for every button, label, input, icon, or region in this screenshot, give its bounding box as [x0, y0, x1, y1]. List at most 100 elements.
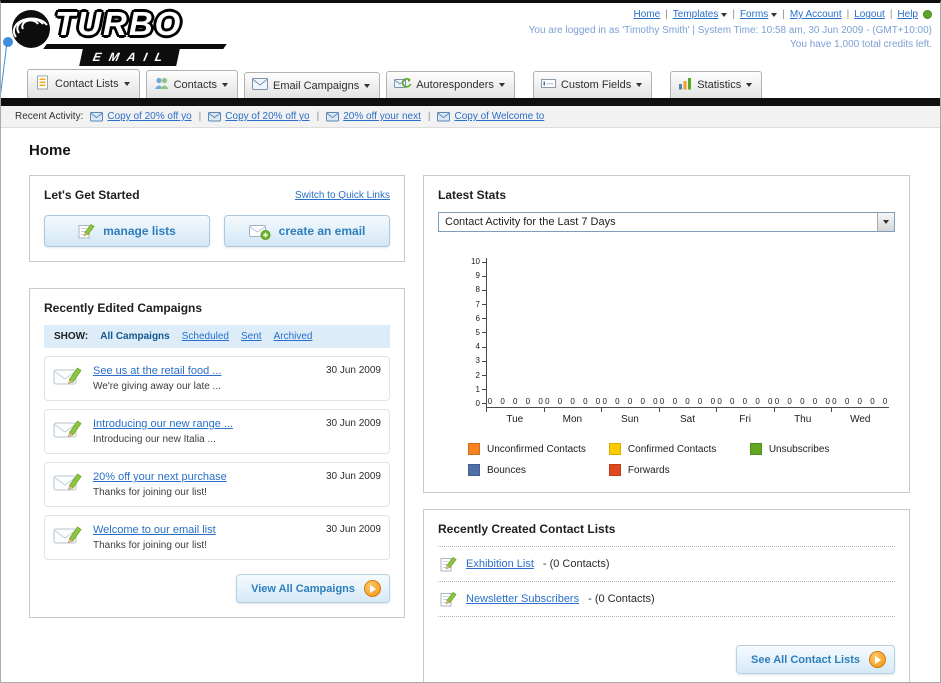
contact-list-count: - (0 Contacts) — [542, 558, 610, 570]
activity-link[interactable]: Copy of 20% off yo — [107, 111, 191, 122]
new-email-icon — [248, 224, 271, 240]
chart-groups: 0 0 0 0 00 0 0 0 00 0 0 0 00 0 0 0 00 0 … — [487, 397, 889, 406]
campaign-title-link[interactable]: 20% off your next purchase — [93, 471, 227, 483]
legend-item: Forwards — [608, 464, 750, 476]
legend-item: Bounces — [468, 464, 609, 476]
tab-sent[interactable]: Sent — [241, 331, 262, 342]
campaign-title-link[interactable]: See us at the retail food ... — [93, 365, 221, 377]
separator: | — [732, 9, 735, 20]
envelope-icon — [437, 111, 451, 121]
campaign-edit-icon — [53, 367, 82, 385]
tab-scheduled[interactable]: Scheduled — [182, 331, 229, 342]
chart-y-axis: 10 9 8 7 6 5 4 3 2 1 0 — [466, 258, 486, 408]
view-all-campaigns-button[interactable]: View All Campaigns — [236, 574, 390, 603]
legend-item: Unconfirmed Contacts — [468, 443, 609, 455]
nav-tab-email-campaigns[interactable]: Email Campaigns — [244, 72, 381, 98]
statistics-icon — [678, 77, 692, 93]
tab-archived[interactable]: Archived — [274, 331, 313, 342]
nav-tab-contact-lists[interactable]: Contact Lists — [27, 69, 140, 98]
get-started-title: Let's Get Started — [44, 188, 140, 202]
contact-lists-icon — [35, 75, 50, 93]
caret-down-icon — [771, 12, 778, 17]
caret-down-icon — [123, 82, 130, 86]
see-all-contact-lists-button[interactable]: See All Contact Lists — [735, 645, 895, 674]
contact-lists-title: Recently Created Contact Lists — [438, 522, 616, 536]
nav-divider-bar — [1, 98, 940, 106]
manage-lists-button[interactable]: manage lists — [44, 215, 210, 247]
campaign-subtitle: Introducing our new Italia ... — [93, 434, 216, 445]
contact-list-link[interactable]: Exhibition List — [466, 558, 534, 570]
campaign-edit-icon — [53, 526, 82, 544]
tab-all-campaigns[interactable]: All Campaigns — [100, 331, 169, 342]
custom-fields-icon — [540, 77, 556, 93]
header-right: Home | Templates | Forms | My Account | … — [529, 9, 932, 50]
campaign-title-link[interactable]: Introducing our new range ... — [93, 418, 233, 430]
arrow-right-icon — [869, 651, 886, 668]
help-icon[interactable] — [923, 10, 932, 19]
right-column: Latest Stats Contact Activity for the La… — [423, 175, 910, 682]
stats-activity-select[interactable]: Contact Activity for the Last 7 Days — [438, 212, 895, 232]
chart-x-labels: Tue Mon Sun Sat Fri Thu Wed — [486, 408, 889, 425]
recently-edited-campaigns-panel: Recently Edited Campaigns SHOW: All Camp… — [29, 288, 405, 618]
recent-contact-lists-panel: Recently Created Contact Lists Exhibitio… — [423, 509, 910, 682]
legend-swatch — [608, 443, 621, 455]
legend-item: Unsubscribes — [749, 443, 891, 455]
activity-item: Copy of 20% off yo — [208, 111, 310, 122]
header: TURBO EMAIL Home | Templates | Forms | M… — [1, 3, 940, 69]
campaign-row: Introducing our new range ... Introducin… — [44, 409, 390, 454]
campaign-edit-icon — [53, 420, 82, 438]
create-email-button[interactable]: create an email — [224, 215, 390, 247]
switch-to-quick-links-link[interactable]: Switch to Quick Links — [295, 190, 390, 201]
caret-down-icon — [721, 12, 728, 17]
nav-tab-autoresponders[interactable]: Autoresponders — [386, 71, 515, 98]
contact-list-link[interactable]: Newsletter Subscribers — [466, 593, 579, 605]
nav-tab-label: Custom Fields — [560, 79, 632, 91]
contact-list-item: Newsletter Subscribers - (0 Contacts) — [438, 582, 895, 617]
app-logo[interactable]: TURBO EMAIL — [11, 5, 261, 67]
separator: | — [889, 9, 893, 20]
nav-tab-label: Contact Lists — [55, 78, 119, 90]
contact-activity-chart: 10 9 8 7 6 5 4 3 2 1 0 0 0 0 0 00 0 0 0 00 0 0 0 0… — [466, 258, 889, 425]
main-content: Home Let's Get Started Switch to Quick L… — [1, 128, 940, 682]
select-value: Contact Activity for the Last 7 Days — [445, 216, 616, 228]
activity-link[interactable]: Copy of 20% off yo — [225, 111, 309, 122]
separator: | — [665, 9, 668, 20]
autoresponders-icon — [394, 77, 412, 93]
create-email-label: create an email — [278, 224, 366, 238]
top-link-templates[interactable]: Templates — [673, 9, 728, 20]
activity-link[interactable]: 20% off your next — [343, 111, 421, 122]
caret-down-icon — [364, 83, 371, 88]
campaign-title-link[interactable]: Welcome to our email list — [93, 524, 216, 536]
pencil-icon — [440, 592, 457, 607]
feedback-bubble-icon[interactable] — [3, 37, 13, 47]
caret-down-icon — [746, 83, 753, 87]
contacts-icon — [154, 76, 169, 93]
separator: | — [782, 9, 785, 20]
contact-list-item: Exhibition List - (0 Contacts) — [438, 547, 895, 582]
logo-text-turbo: TURBO — [55, 5, 183, 42]
latest-stats-panel: Latest Stats Contact Activity for the La… — [423, 175, 910, 493]
campaigns-panel-title: Recently Edited Campaigns — [44, 301, 203, 315]
pencil-icon — [78, 224, 95, 239]
campaign-date: 30 Jun 2009 — [325, 524, 381, 535]
recent-activity-label: Recent Activity: — [15, 111, 84, 122]
envelope-icon — [326, 111, 340, 121]
nav-tab-contacts[interactable]: Contacts — [145, 70, 239, 98]
top-link-help[interactable]: Help — [897, 9, 918, 20]
view-all-campaigns-label: View All Campaigns — [251, 582, 355, 595]
activity-link[interactable]: Copy of Welcome to — [454, 111, 544, 122]
top-link-logout[interactable]: Logout — [854, 9, 885, 20]
campaign-subtitle: Thanks for joining our list! — [93, 487, 207, 498]
top-link-forms[interactable]: Forms — [740, 9, 778, 20]
nav-tab-custom-fields[interactable]: Custom Fields — [532, 71, 653, 98]
nav-tab-statistics[interactable]: Statistics — [670, 71, 763, 98]
credits-text: You have 1,000 total credits left. — [790, 39, 932, 50]
contact-lists: Exhibition List - (0 Contacts) Newslette… — [438, 546, 895, 617]
campaign-date: 30 Jun 2009 — [325, 418, 381, 429]
top-link-my-account[interactable]: My Account — [790, 9, 842, 20]
left-column: Let's Get Started Switch to Quick Links … — [29, 175, 405, 618]
top-link-home[interactable]: Home — [633, 9, 660, 20]
manage-lists-label: manage lists — [103, 224, 176, 238]
legend-swatch — [749, 443, 762, 455]
chart-plot-area: 0 0 0 0 00 0 0 0 00 0 0 0 00 0 0 0 00 0 … — [486, 258, 889, 408]
